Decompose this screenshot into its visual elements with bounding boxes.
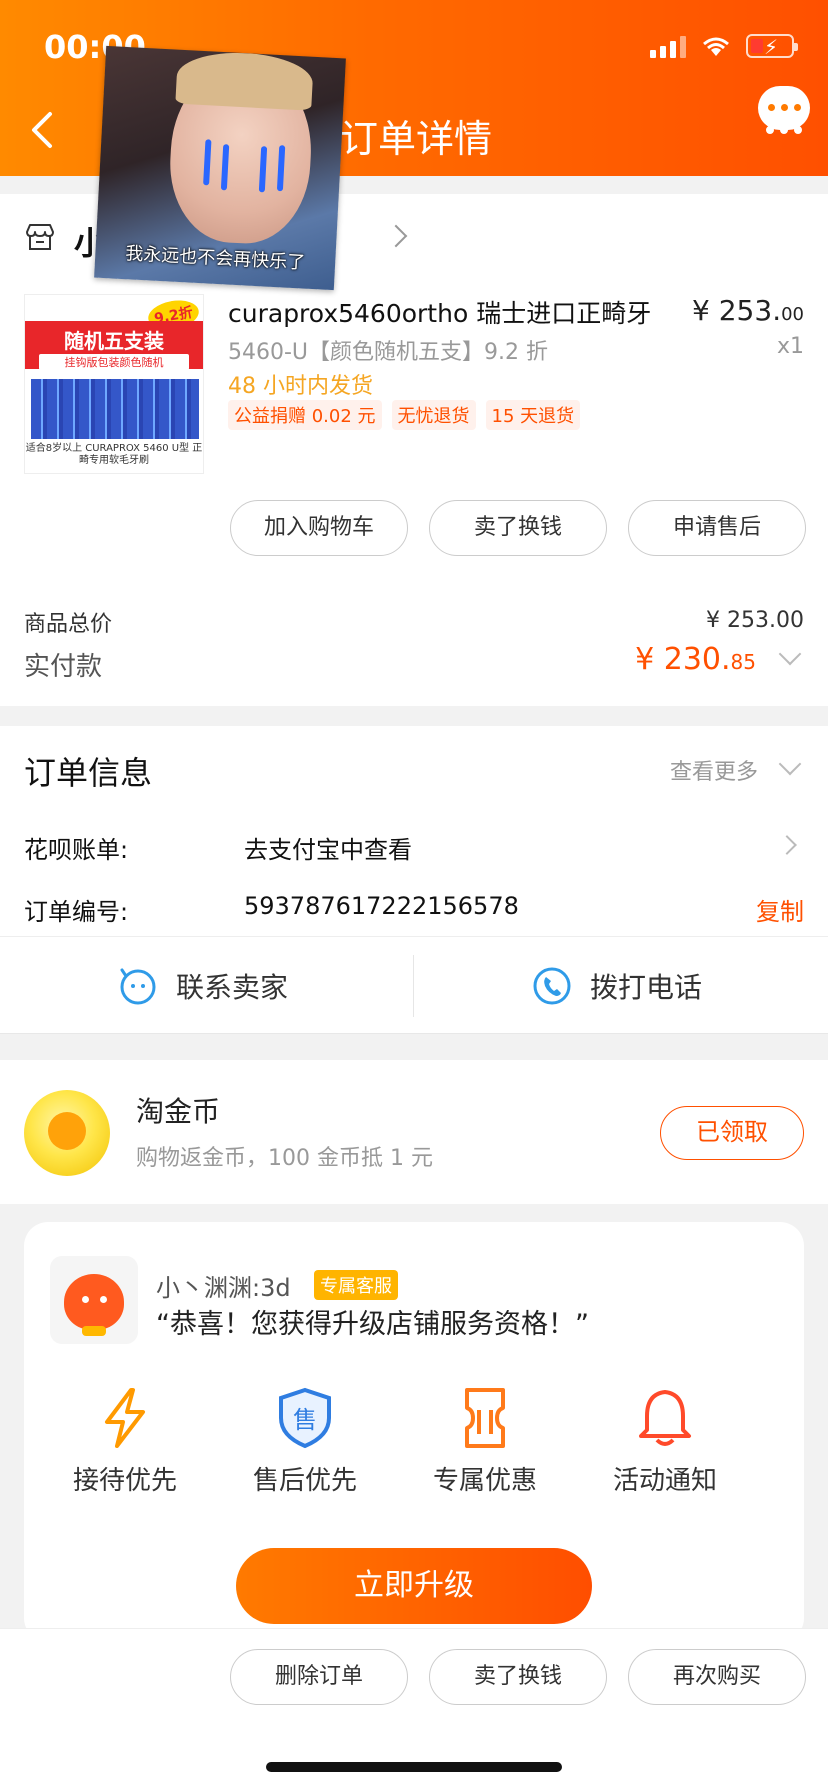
call-button[interactable]: 拨打电话 bbox=[532, 937, 702, 1035]
service-agent-name: 小丶渊渊:3d bbox=[156, 1274, 291, 1302]
feature-exclusive-offer: 专属优惠 bbox=[410, 1386, 560, 1497]
back-icon[interactable] bbox=[22, 106, 62, 154]
shipping-promise: 48 小时内发货 bbox=[228, 374, 373, 399]
unit-price: ¥ 253.00 bbox=[692, 294, 804, 327]
buy-again-button[interactable]: 再次购买 bbox=[628, 1649, 806, 1705]
sticker-caption: 我永远也不会再快乐了 bbox=[124, 243, 306, 274]
contact-seller-label: 联系卖家 bbox=[176, 971, 289, 1004]
resell-bottom-button[interactable]: 卖了换钱 bbox=[429, 1649, 607, 1705]
huabei-label: 花呗账单: bbox=[24, 836, 129, 864]
feature-priority-aftersales: 售 售后优先 bbox=[230, 1386, 380, 1497]
sticker-hair bbox=[175, 49, 314, 111]
huabei-value[interactable]: 去支付宝中查看 bbox=[244, 830, 412, 865]
feature-label: 专属优惠 bbox=[432, 1466, 537, 1496]
wifi-icon bbox=[703, 37, 729, 56]
crying-baby-sticker: 我永远也不会再快乐了 bbox=[94, 45, 346, 291]
chat-face-icon bbox=[120, 968, 156, 1005]
tag-donation: 公益捐赠 0.02 元 bbox=[228, 400, 382, 430]
contact-row: 联系卖家 拨打电话 bbox=[0, 936, 828, 1034]
exclusive-service-badge: 专属客服 bbox=[314, 1270, 398, 1300]
shield-icon: 售 bbox=[279, 1387, 331, 1449]
paid-amount: ¥ 230.85 bbox=[635, 642, 756, 677]
unit-price-main: ¥ 253. bbox=[692, 294, 782, 327]
lightning-icon bbox=[105, 1388, 145, 1448]
unit-price-cents: 00 bbox=[781, 304, 804, 325]
paid-amount-main: ¥ 230. bbox=[635, 642, 731, 677]
more-options-icon[interactable] bbox=[766, 126, 802, 134]
product-title[interactable]: curaprox5460ortho 瑞士进口正畸牙 bbox=[228, 294, 668, 330]
ticket-icon bbox=[465, 1388, 505, 1448]
chevron-down-icon[interactable] bbox=[778, 642, 802, 666]
divider bbox=[413, 955, 414, 1017]
upgrade-now-button[interactable]: 立即升级 bbox=[236, 1548, 592, 1624]
product-image-footer: 适合8岁以上 CURAPROX 5460 U型 正畸专用软毛牙刷 bbox=[25, 443, 203, 466]
store-icon bbox=[26, 224, 54, 250]
delete-order-button[interactable]: 删除订单 bbox=[230, 1649, 408, 1705]
avatar bbox=[50, 1256, 138, 1344]
service-upgrade-card: 小丶渊渊:3d 专属客服 “恭喜！您获得升级店铺服务资格！” 接待优先 售 售后… bbox=[24, 1222, 804, 1642]
call-label: 拨打电话 bbox=[590, 971, 703, 1004]
coins-subtitle: 购物返金币，100 金币抵 1 元 bbox=[136, 1146, 433, 1171]
contact-seller-button[interactable]: 联系卖家 bbox=[118, 937, 288, 1035]
goods-total-label: 商品总价 bbox=[24, 612, 113, 637]
phone-icon bbox=[533, 967, 571, 1005]
product-sku: 5460-U【颜色随机五支】9.2 折 bbox=[228, 340, 549, 365]
banner-subtext: 挂钩版包装颜色随机 bbox=[39, 354, 189, 370]
paid-label: 实付款 bbox=[24, 652, 103, 682]
claimed-button[interactable]: 已领取 bbox=[660, 1106, 804, 1160]
home-indicator[interactable] bbox=[266, 1762, 562, 1772]
order-info-card: 订单信息 查看更多 花呗账单: 去支付宝中查看 订单编号: 5937876172… bbox=[0, 726, 828, 1034]
page-title: 订单详情 bbox=[340, 117, 493, 161]
battery-icon: ⚡ bbox=[746, 34, 798, 59]
huabei-chevron-icon[interactable] bbox=[777, 835, 797, 855]
view-more-link[interactable]: 查看更多 bbox=[670, 754, 758, 786]
coins-card: 淘金币 购物返金币，100 金币抵 1 元 已领取 bbox=[0, 1060, 828, 1204]
feature-priority-reception: 接待优先 bbox=[50, 1386, 200, 1497]
product-image-banner: 随机五支装 挂钩版包装颜色随机 bbox=[25, 321, 203, 370]
bell-icon bbox=[639, 1390, 691, 1446]
feature-label: 售后优先 bbox=[252, 1466, 357, 1496]
add-to-cart-button[interactable]: 加入购物车 bbox=[230, 500, 408, 556]
message-icon[interactable] bbox=[758, 86, 810, 130]
paid-amount-cents: 85 bbox=[730, 650, 756, 674]
product-image[interactable]: 9.2折 随机五支装 挂钩版包装颜色随机 适合8岁以上 CURAPROX 5460… bbox=[24, 294, 204, 474]
chevron-right-icon[interactable] bbox=[384, 224, 408, 248]
signal-icon bbox=[650, 34, 686, 58]
banner-text: 随机五支装 bbox=[64, 329, 164, 353]
svg-text:售: 售 bbox=[293, 1406, 317, 1434]
coins-title: 淘金币 bbox=[136, 1095, 221, 1128]
toothbrushes-graphic bbox=[31, 379, 199, 439]
feature-activity-notice: 活动通知 bbox=[590, 1386, 740, 1497]
resell-button[interactable]: 卖了换钱 bbox=[429, 500, 607, 556]
tag-15-day-return: 15 天退货 bbox=[485, 400, 581, 430]
service-message: “恭喜！您获得升级店铺服务资格！” bbox=[156, 1309, 589, 1340]
quantity: x1 bbox=[776, 334, 804, 359]
gold-coin-icon bbox=[24, 1090, 110, 1176]
order-info-title: 订单信息 bbox=[24, 754, 153, 792]
goods-total-value: ¥ 253.00 bbox=[706, 608, 804, 633]
copy-button[interactable]: 复制 bbox=[756, 892, 804, 927]
order-number-label: 订单编号: bbox=[24, 898, 129, 926]
feature-label: 活动通知 bbox=[612, 1466, 717, 1496]
product-tags: 公益捐赠 0.02 元 无忧退货 15 天退货 bbox=[228, 400, 581, 430]
view-more-chevron-icon[interactable] bbox=[778, 752, 802, 776]
after-sales-button[interactable]: 申请售后 bbox=[628, 500, 806, 556]
feature-label: 接待优先 bbox=[72, 1466, 177, 1496]
order-number-value: 593787617222156578 bbox=[244, 892, 519, 920]
tag-worry-free-return: 无忧退货 bbox=[391, 400, 476, 430]
status-icons: ⚡ bbox=[650, 34, 798, 59]
